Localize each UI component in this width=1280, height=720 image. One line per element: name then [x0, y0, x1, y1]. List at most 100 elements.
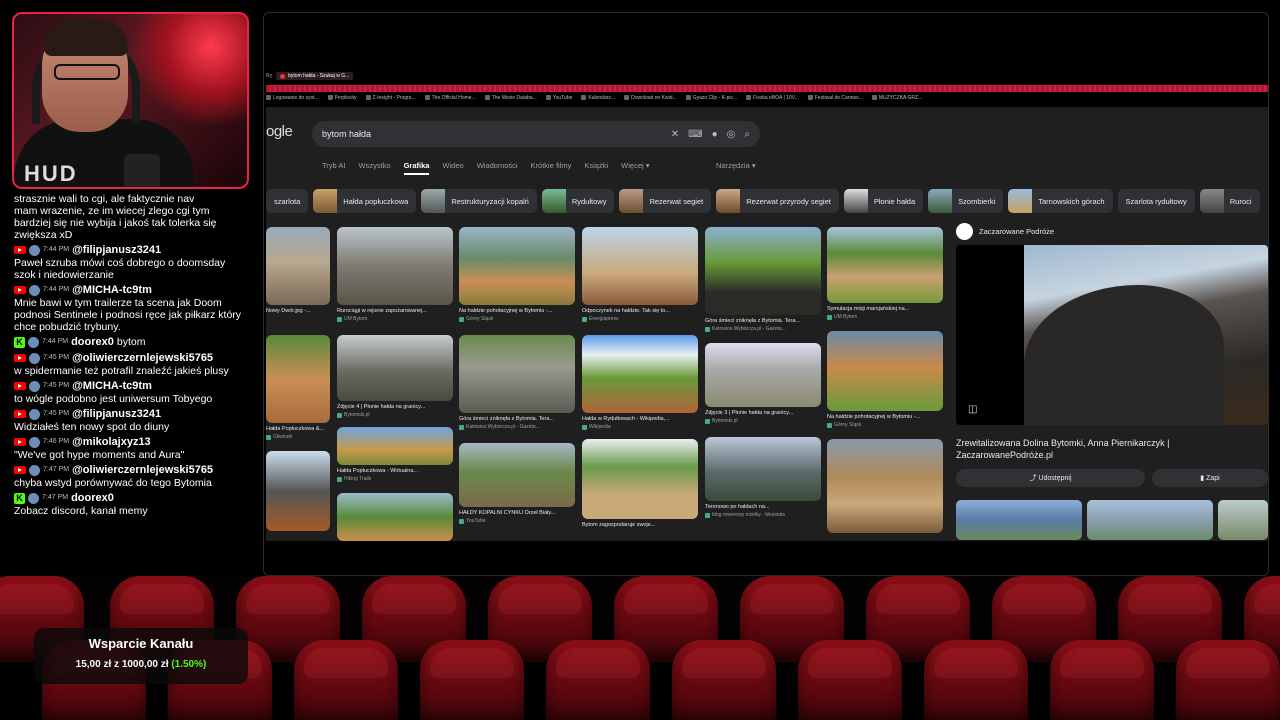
- chat-username[interactable]: @filipjanusz3241: [72, 244, 161, 256]
- chip[interactable]: Rezerwat przyrody segiet: [716, 189, 839, 213]
- image-result[interactable]: Zdjęcie 4 | Płonie hałda na granicy... B…: [337, 335, 453, 418]
- lens-icon[interactable]: ◫: [968, 404, 977, 415]
- chat-username[interactable]: doorex0: [71, 492, 114, 504]
- preview-source[interactable]: Zaczarowane Podróże: [956, 223, 1268, 240]
- tab-video[interactable]: Wideo: [442, 161, 463, 175]
- tab-books[interactable]: Książki: [584, 161, 608, 175]
- result-image: [459, 227, 575, 305]
- seat: [1050, 640, 1154, 720]
- tab-all[interactable]: Wszystko: [358, 161, 390, 175]
- related-image[interactable]: [1218, 500, 1268, 540]
- site-logo-icon: [956, 223, 973, 240]
- chip[interactable]: Tarnowskich górach: [1008, 189, 1113, 213]
- bookmark[interactable]: Download on Kwid...: [624, 95, 677, 105]
- lens-icon[interactable]: ◎: [727, 129, 736, 140]
- result-source: Hiking Trails: [337, 476, 453, 482]
- image-result[interactable]: Symulacja misji marsjańskiej na... UM By…: [827, 227, 943, 320]
- image-result[interactable]: Na hałdzie pohotacyjnej w Bytomiu -... G…: [827, 331, 943, 428]
- bookmark[interactable]: Fiszka eBOA | 10V...: [746, 95, 799, 105]
- chip[interactable]: szarlota: [266, 189, 309, 213]
- chip[interactable]: Szarlota rydułtowy: [1117, 189, 1195, 213]
- chat-username[interactable]: @MICHA-tc9tm: [72, 380, 152, 392]
- clear-icon[interactable]: ✕: [671, 129, 679, 140]
- youtube-icon: [14, 410, 26, 418]
- result-caption: Na hałdzie pohotacyjnej w Bytomiu -...: [459, 308, 553, 314]
- image-result[interactable]: Terenowo po hałdach na... blog rowerowy …: [705, 437, 821, 518]
- bookmark[interactable]: Logowanie do syst...: [266, 95, 319, 105]
- seat: [420, 640, 524, 720]
- chat-message: K 7:44 PM doorex0 bytom: [12, 335, 249, 351]
- image-result[interactable]: Hałda Popłuczkowa &... Gliwiczki: [266, 335, 330, 440]
- bookmark[interactable]: The Official Home...: [425, 95, 476, 105]
- tab-more[interactable]: Więcej ▾: [621, 161, 649, 175]
- share-label: Udostępnij: [1038, 474, 1072, 482]
- bookmark[interactable]: Perplexity: [328, 95, 357, 105]
- chip[interactable]: Rydułtowy: [541, 189, 615, 213]
- image-result[interactable]: Zdjęcie 3 | Płonie hałda na granicy... B…: [705, 343, 821, 424]
- chip[interactable]: Rezerwat segiet: [619, 189, 712, 213]
- image-result[interactable]: Hałda w Rydułtowach - Wikipedia,... Wiki…: [582, 335, 698, 430]
- chip[interactable]: Szombierki: [928, 189, 1004, 213]
- bookmark[interactable]: Festiwal de Cannes...: [808, 95, 863, 105]
- save-button[interactable]: ▮ Zapi: [1152, 469, 1268, 487]
- image-preview-panel: Zaczarowane Podróże ◫ Zrewitalizowana Do…: [956, 223, 1268, 541]
- tab-ai-mode[interactable]: Tryb AI: [322, 161, 345, 175]
- keyboard-icon[interactable]: ⌨: [688, 129, 702, 140]
- tab-news[interactable]: Wiadomości: [477, 161, 518, 175]
- chip[interactable]: Restrukturyzacji kopalń: [421, 189, 537, 213]
- image-result[interactable]: Bytom zagospodaruje swoje...: [582, 439, 698, 528]
- image-result[interactable]: Hałda Popłuczkowa - Wirtualna... Hiking …: [337, 427, 453, 482]
- image-result[interactable]: HAŁDY KOPALNI CYNKU Orzeł Biały... YouTu…: [459, 443, 575, 524]
- image-result[interactable]: Góra śmieci zniknęła z Bytomia. Tera... …: [459, 335, 575, 430]
- chip-thumbnail: [716, 189, 741, 213]
- image-result[interactable]: Rurociągi w rejonie zapożarowanej... UM …: [337, 227, 453, 322]
- address-bar[interactable]: [266, 85, 1268, 92]
- chip[interactable]: Płonie hałda: [843, 189, 924, 213]
- related-image[interactable]: [956, 500, 1082, 540]
- bookmark[interactable]: MUZYCZKA GRZ...: [872, 95, 922, 105]
- search-icon[interactable]: ⌕: [744, 129, 750, 140]
- browser-tab[interactable]: Ry: [266, 73, 272, 79]
- related-image[interactable]: [1087, 500, 1213, 540]
- avatar: [29, 244, 40, 256]
- search-input[interactable]: bytom hałda: [322, 129, 662, 139]
- chat-username[interactable]: @filipjanusz3241: [72, 408, 161, 420]
- preview-image[interactable]: ◫: [956, 245, 1268, 425]
- chip-label: Ruroci: [1229, 196, 1252, 206]
- tools-button[interactable]: Narzędzia ▾: [716, 161, 756, 170]
- preview-source-label: Zaczarowane Podróże: [979, 227, 1055, 236]
- google-logo[interactable]: ogle: [266, 123, 293, 140]
- image-result[interactable]: [827, 439, 943, 533]
- chip-label: Rezerwat przyrody segiet: [746, 196, 831, 206]
- image-result[interactable]: [266, 451, 330, 531]
- bookmark[interactable]: The Movie Databa...: [485, 95, 537, 105]
- image-result[interactable]: Nowy Dwór.jpg -...: [266, 227, 330, 314]
- result-caption: Zdjęcie 4 | Płonie hałda na granicy...: [337, 404, 426, 410]
- chip[interactable]: Hałda popłuczkowa: [313, 189, 417, 213]
- preview-title[interactable]: Zrewitalizowana Dolina Bytomki, Anna Pie…: [956, 437, 1268, 461]
- chat-username[interactable]: @oliwierczernlejewski5765: [72, 464, 213, 476]
- bookmark[interactable]: Z-Insight - Progra...: [366, 95, 416, 105]
- search-box[interactable]: bytom hałda ✕ ⌨ ● ◎ ⌕: [312, 121, 760, 147]
- chat-username[interactable]: @mikolajxyz13: [72, 436, 151, 448]
- tab-images[interactable]: Grafika: [403, 161, 430, 175]
- image-result[interactable]: [337, 493, 453, 541]
- bookmark[interactable]: Gyazo Clip - K-pic...: [686, 95, 737, 105]
- chat-username[interactable]: @MICHA-tc9tm: [72, 284, 152, 296]
- image-result[interactable]: Odpoczynek na hałdzie. Tak się to... Ene…: [582, 227, 698, 322]
- tab-short-videos[interactable]: Krótkie filmy: [531, 161, 572, 175]
- result-image: [827, 331, 943, 411]
- webcam-feed: HUD: [12, 12, 249, 189]
- browser-tab-active[interactable]: bytom hałda - Szukaj w G...: [276, 72, 354, 80]
- chip[interactable]: Ruroci: [1199, 189, 1260, 213]
- chat-username[interactable]: doorex0: [71, 336, 114, 348]
- mic-icon[interactable]: ●: [712, 129, 718, 140]
- bookmark[interactable]: Kalendarz...: [581, 95, 615, 105]
- avatar: [29, 436, 40, 448]
- chat-username[interactable]: @oliwierczernlejewski5765: [72, 352, 213, 364]
- image-result[interactable]: Góra śmieci zniknęła z Bytomia. Tera... …: [705, 227, 821, 332]
- image-result[interactable]: Na hałdzie pohotacyjnej w Bytomiu -... G…: [459, 227, 575, 322]
- result-image: [337, 427, 453, 465]
- share-button[interactable]: ⤴ Udostępnij: [956, 469, 1145, 487]
- bookmark[interactable]: YouTube: [546, 95, 573, 105]
